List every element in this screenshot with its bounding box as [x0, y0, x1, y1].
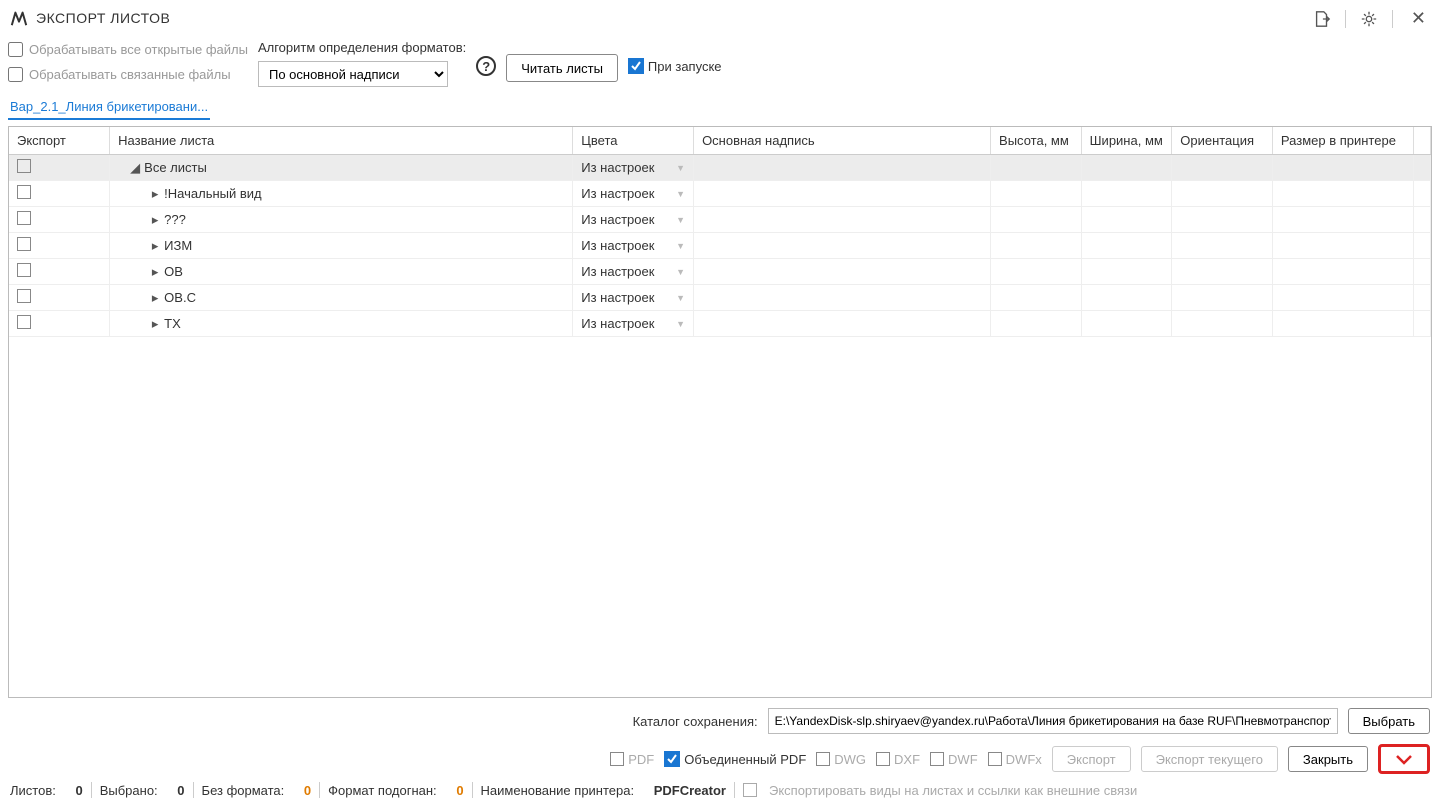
export-views-checkbox[interactable] — [743, 783, 757, 797]
expand-icon[interactable]: ▸ — [150, 186, 160, 202]
export-checkbox[interactable] — [17, 237, 31, 251]
sheets-grid: Экспорт Название листа Цвета Основная на… — [8, 126, 1432, 698]
format-dwg-checkbox[interactable]: DWG — [816, 752, 866, 767]
format-dxf-checkbox[interactable]: DXF — [876, 752, 920, 767]
col-colors[interactable]: Цвета — [573, 127, 694, 155]
table-row[interactable]: ▸??? Из настроек▼ — [9, 207, 1431, 233]
colors-dropdown[interactable]: Из настроек▼ — [573, 207, 694, 233]
toolbar: Обрабатывать все открытые файлы Обрабаты… — [0, 36, 1440, 91]
format-bar: PDF Объединенный PDF DWG DXF DWF DWFx Эк… — [0, 738, 1440, 780]
table-row[interactable]: ▸ ИЗМ Из настроек▼ — [9, 233, 1431, 259]
colors-dropdown[interactable]: Из настроек▼ — [573, 311, 694, 337]
expand-highlight-button[interactable] — [1378, 744, 1430, 774]
save-path-input[interactable] — [768, 708, 1338, 734]
expand-icon[interactable]: ▸ — [150, 264, 160, 280]
export-current-button[interactable]: Экспорт текущего — [1141, 746, 1278, 772]
expand-icon[interactable]: ▸ — [150, 316, 160, 332]
export-checkbox[interactable] — [17, 263, 31, 277]
read-sheets-button[interactable]: Читать листы — [506, 54, 618, 82]
status-selected-value: 0 — [177, 783, 184, 798]
algorithm-label: Алгоритм определения форматов: — [258, 40, 466, 55]
status-export-views-label: Экспортировать виды на листах и ссылки к… — [769, 783, 1137, 798]
table-row[interactable]: ▸ !Начальный вид Из настроек▼ — [9, 181, 1431, 207]
colors-dropdown[interactable]: Из настроек▼ — [573, 259, 694, 285]
all-sheets-row[interactable]: ◢Все листы Из настроек▼ — [9, 155, 1431, 181]
algorithm-select[interactable]: По основной надписи — [258, 61, 448, 87]
format-dwfx-checkbox[interactable]: DWFx — [988, 752, 1042, 767]
col-width[interactable]: Ширина, мм — [1081, 127, 1172, 155]
sheet-name: ИЗМ — [164, 238, 192, 253]
status-printer-value: PDFCreator — [654, 783, 726, 798]
status-fit-value: 0 — [456, 783, 463, 798]
process-linked-files-checkbox[interactable]: Обрабатывать связанные файлы — [8, 67, 248, 82]
export-checkbox[interactable] — [17, 159, 31, 173]
collapse-icon[interactable]: ◢ — [130, 160, 140, 176]
status-noformat-value: 0 — [304, 783, 311, 798]
window-title: ЭКСПОРТ ЛИСТОВ — [36, 10, 170, 26]
status-printer-label: Наименование принтера: — [481, 783, 635, 798]
export-button[interactable]: Экспорт — [1052, 746, 1131, 772]
status-sheets-label: Листов: — [10, 783, 56, 798]
table-row[interactable]: ▸ ТХ Из настроек▼ — [9, 311, 1431, 337]
checkbox-checked-icon — [664, 751, 680, 767]
export-checkbox[interactable] — [17, 289, 31, 303]
gear-icon[interactable] — [1360, 10, 1378, 28]
table-row[interactable]: ▸ ОВ Из настроек▼ — [9, 259, 1431, 285]
sheet-name: ОВ.С — [164, 290, 196, 305]
app-logo-icon — [10, 9, 28, 27]
col-export[interactable]: Экспорт — [9, 127, 110, 155]
colors-dropdown[interactable]: Из настроек▼ — [573, 233, 694, 259]
process-open-files-checkbox[interactable]: Обрабатывать все открытые файлы — [8, 42, 248, 57]
export-checkbox[interactable] — [17, 185, 31, 199]
col-height[interactable]: Высота, мм — [991, 127, 1082, 155]
format-dwf-checkbox[interactable]: DWF — [930, 752, 978, 767]
col-orient[interactable]: Ориентация — [1172, 127, 1273, 155]
expand-icon[interactable]: ▸ — [150, 212, 160, 228]
export-checkbox[interactable] — [17, 315, 31, 329]
colors-dropdown[interactable]: Из настроек▼ — [573, 181, 694, 207]
checkbox-icon[interactable] — [8, 67, 23, 82]
save-path-bar: Каталог сохранения: Выбрать — [0, 698, 1440, 738]
sheet-name: !Начальный вид — [164, 186, 261, 201]
status-fit-label: Формат подогнан: — [328, 783, 437, 798]
separator — [1392, 10, 1393, 28]
titlebar: ЭКСПОРТ ЛИСТОВ ✕ — [0, 0, 1440, 36]
table-row[interactable]: ▸ ОВ.С Из настроек▼ — [9, 285, 1431, 311]
export-checkbox[interactable] — [17, 211, 31, 225]
status-selected-label: Выбрано: — [100, 783, 158, 798]
export-file-icon[interactable] — [1313, 10, 1331, 28]
colors-dropdown[interactable]: Из настроек▼ — [573, 285, 694, 311]
expand-icon[interactable]: ▸ — [150, 238, 160, 254]
tab-bar: Вар_2.1_Линия брикетировани... — [0, 91, 1440, 120]
col-name[interactable]: Название листа — [110, 127, 573, 155]
status-noformat-label: Без формата: — [202, 783, 285, 798]
sheet-name: ??? — [164, 212, 186, 227]
col-psize[interactable]: Размер в принтере — [1272, 127, 1413, 155]
on-startup-checkbox[interactable]: При запуске — [628, 58, 722, 74]
checkbox-icon[interactable] — [8, 42, 23, 57]
help-icon[interactable]: ? — [476, 56, 496, 76]
table-header: Экспорт Название листа Цвета Основная на… — [9, 127, 1431, 155]
expand-icon[interactable]: ▸ — [150, 290, 160, 306]
close-button[interactable]: ✕ — [1407, 8, 1430, 29]
save-path-label: Каталог сохранения: — [633, 714, 758, 729]
sheet-name: ТХ — [164, 316, 181, 331]
scrollbar-gutter — [1413, 127, 1430, 155]
file-tab[interactable]: Вар_2.1_Линия брикетировани... — [8, 95, 210, 120]
sheet-name: ОВ — [164, 264, 183, 279]
colors-dropdown[interactable]: Из настроек▼ — [573, 155, 694, 181]
checkbox-checked-icon — [628, 58, 644, 74]
close-button[interactable]: Закрыть — [1288, 746, 1368, 772]
format-pdf-checkbox[interactable]: PDF — [610, 752, 654, 767]
col-stamp[interactable]: Основная надпись — [694, 127, 991, 155]
separator — [1345, 10, 1346, 28]
choose-path-button[interactable]: Выбрать — [1348, 708, 1430, 734]
format-merged-pdf-checkbox[interactable]: Объединенный PDF — [664, 751, 806, 767]
status-sheets-value: 0 — [75, 783, 82, 798]
status-bar: Листов: 0 Выбрано: 0 Без формата: 0 Форм… — [0, 778, 1440, 802]
